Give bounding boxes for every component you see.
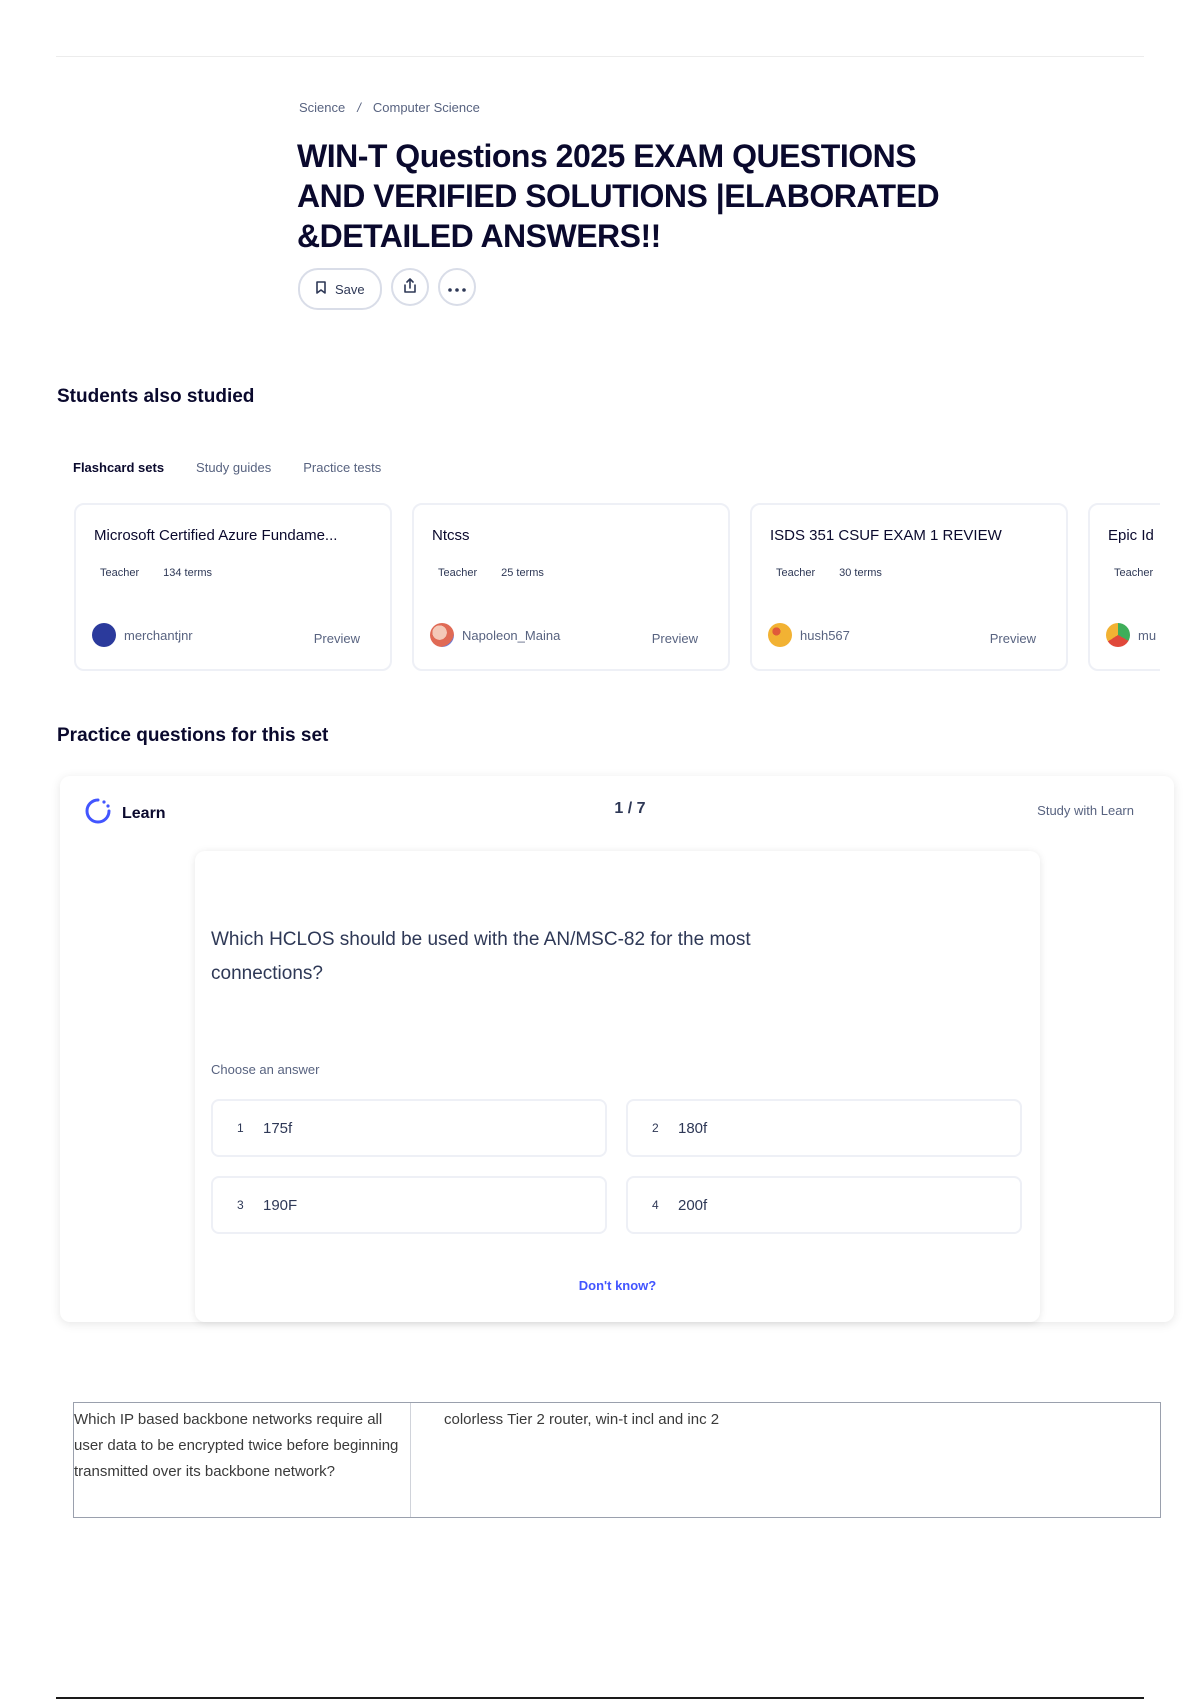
term-count: 25 terms (501, 567, 544, 579)
study-set-card[interactable]: ISDS 351 CSUF EXAM 1 REVIEW Teacher 30 t… (750, 503, 1068, 671)
creator-name: Napoleon_Maina (462, 627, 561, 643)
more-options-button[interactable] (437, 268, 476, 306)
option-text: 175f (263, 1119, 293, 1137)
study-set-title: ISDS 351 CSUF EXAM 1 REVIEW (770, 527, 1002, 544)
avatar (430, 623, 454, 647)
study-set-card[interactable]: Ntcss Teacher 25 terms Napoleon_Maina Pr… (412, 503, 730, 671)
answer-option-3[interactable]: 3 190F (211, 1176, 607, 1234)
option-text: 190F (263, 1196, 298, 1214)
learn-panel: Learn 1 / 7 Study with Learn Which HCLOS… (60, 776, 1174, 1322)
study-set-meta: Teacher 30 terms (776, 567, 882, 579)
option-number: 3 (237, 1198, 244, 1212)
creator-name: mu (1138, 627, 1157, 643)
question-text: Which HCLOS should be used with the AN/M… (211, 929, 751, 984)
option-number: 1 (237, 1121, 244, 1135)
question-counter: 1 / 7 (614, 800, 646, 817)
save-label: Save (335, 281, 365, 297)
tab-study-guides[interactable]: Study guides (196, 460, 271, 475)
preview-link[interactable]: Preview (314, 631, 360, 646)
answer-option-1[interactable]: 1 175f (211, 1099, 607, 1157)
term-count: 134 terms (163, 567, 213, 579)
breadcrumb-item-science[interactable]: Science (299, 100, 345, 115)
study-set-title: Epic Id (1108, 527, 1154, 544)
study-set-card[interactable]: Epic Id Teacher mu (1088, 503, 1160, 671)
students-also-studied-heading: Students also studied (57, 386, 255, 407)
breadcrumb: Science / Computer Science (299, 100, 480, 115)
breadcrumb-item-computer-science[interactable]: Computer Science (373, 100, 480, 115)
creator-role: Teacher (1114, 567, 1154, 579)
study-set-carousel: Microsoft Certified Azure Fundame... Tea… (74, 503, 1160, 675)
creator[interactable]: hush567 (768, 623, 850, 647)
study-set-meta: Teacher 25 terms (438, 567, 544, 579)
option-number: 4 (652, 1198, 659, 1212)
learn-mode-label: Learn (84, 797, 166, 830)
option-text: 180f (678, 1119, 708, 1137)
study-set-title: Microsoft Certified Azure Fundame... (94, 527, 338, 544)
learn-icon (84, 797, 112, 830)
save-button[interactable]: Save (298, 268, 382, 310)
option-number: 2 (652, 1121, 659, 1135)
definition-text: colorless Tier 2 router, win-t incl and … (444, 1411, 720, 1428)
creator-role: Teacher (776, 567, 816, 579)
practice-questions-heading: Practice questions for this set (57, 725, 329, 746)
bottom-divider (56, 1697, 1144, 1699)
creator-role: Teacher (100, 567, 140, 579)
avatar (768, 623, 792, 647)
term-text: Which IP based backbone networks require… (74, 1411, 399, 1480)
question-card: Which HCLOS should be used with the AN/M… (195, 851, 1040, 1322)
share-button[interactable] (390, 268, 429, 306)
option-text: 200f (678, 1196, 708, 1214)
column-divider (410, 1403, 411, 1517)
study-set-meta: Teacher (1114, 567, 1153, 579)
answer-option-4[interactable]: 4 200f (626, 1176, 1022, 1234)
breadcrumb-separator: / (357, 100, 361, 115)
page-title: WIN-T Questions 2025 EXAM QUESTIONS AND … (297, 138, 940, 254)
study-with-learn-link[interactable]: Study with Learn (1037, 803, 1134, 818)
preview-link[interactable]: Preview (652, 631, 698, 646)
creator[interactable]: merchantjnr (92, 623, 193, 647)
term-count: 30 terms (839, 567, 882, 579)
creator-role: Teacher (438, 567, 478, 579)
tab-practice-tests[interactable]: Practice tests (303, 460, 381, 475)
creator-name: hush567 (800, 627, 850, 643)
creator[interactable]: Napoleon_Maina (430, 623, 560, 647)
study-type-tabs: Flashcard sets Study guides Practice tes… (73, 460, 381, 475)
avatar (92, 623, 116, 647)
dont-know-button[interactable]: Don't know? (195, 1278, 1040, 1293)
top-divider (56, 56, 1144, 57)
creator-name: merchantjnr (124, 627, 193, 643)
preview-link[interactable]: Preview (990, 631, 1036, 646)
learn-label: Learn (122, 804, 166, 822)
choose-answer-label: Choose an answer (211, 1062, 320, 1077)
creator[interactable]: mu (1106, 623, 1156, 647)
term-definition-row: Which IP based backbone networks require… (73, 1402, 1161, 1518)
study-set-card[interactable]: Microsoft Certified Azure Fundame... Tea… (74, 503, 392, 671)
tab-flashcard-sets[interactable]: Flashcard sets (73, 460, 164, 475)
study-set-title: Ntcss (432, 527, 470, 544)
bookmark-icon (315, 281, 327, 297)
set-actions: Save (298, 268, 476, 310)
avatar (1106, 623, 1130, 647)
study-set-meta: Teacher 134 terms (100, 567, 212, 579)
answer-option-2[interactable]: 2 180f (626, 1099, 1022, 1157)
more-icon (447, 279, 466, 295)
share-icon (402, 277, 418, 297)
